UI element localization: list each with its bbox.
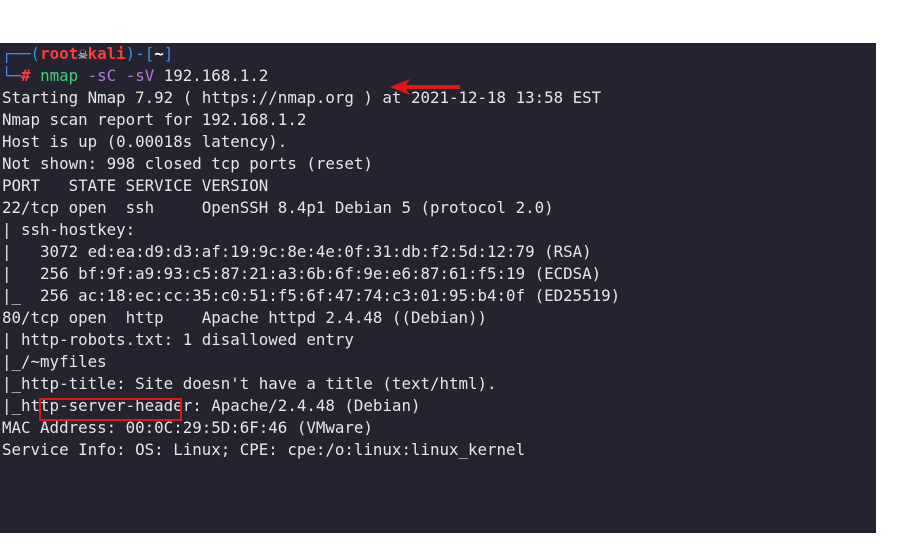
output-line: | http-robots.txt: 1 disallowed entry <box>2 330 354 349</box>
output-line: Not shown: 998 closed tcp ports (reset) <box>2 154 373 173</box>
output-line: Starting Nmap 7.92 ( https://nmap.org ) … <box>2 88 602 107</box>
prompt-close-bracket: ] <box>163 44 174 63</box>
prompt-corner-bottom: └─ <box>2 66 22 85</box>
prompt-hash: # <box>21 66 31 85</box>
output-line: |_http-title: Site doesn't have a title … <box>2 374 497 393</box>
prompt-user: root <box>40 44 79 63</box>
command-name: nmap <box>40 66 79 85</box>
command-flag-sc: -sC <box>87 66 117 85</box>
prompt-line-command: └─# nmap -sC -sV 192.168.1.2 <box>2 65 268 87</box>
terminal-window[interactable]: ┌──(root☠kali)-[~] └─# nmap -sC -sV 192.… <box>0 43 876 533</box>
output-line: 22/tcp open ssh OpenSSH 8.4p1 Debian 5 (… <box>2 198 554 217</box>
prompt-corner-top: ┌── <box>2 44 31 63</box>
prompt-host: kali <box>87 44 126 63</box>
prompt-close-paren: )-[ <box>125 44 155 63</box>
output-line: | 256 bf:9f:a9:93:c5:87:21:a3:6b:6f:9e:e… <box>2 264 602 283</box>
red-arrow-annotation <box>390 79 460 95</box>
skull-icon: ☠ <box>78 44 88 63</box>
output-line-myfiles: |_/~myfiles <box>2 352 107 371</box>
prompt-path: ~ <box>154 44 164 63</box>
output-line: |_ 256 ac:18:ec:cc:35:c0:51:f5:6f:47:74:… <box>2 286 621 305</box>
prompt-line-top: ┌──(root☠kali)-[~] <box>2 43 173 65</box>
command-target: 192.168.1.2 <box>163 66 269 85</box>
output-line: PORT STATE SERVICE VERSION <box>2 176 269 195</box>
output-line: Host is up (0.00018s latency). <box>2 132 288 151</box>
command-flag-sv: -sV <box>125 66 155 85</box>
prompt-open-paren: ( <box>30 44 41 63</box>
output-line: Nmap scan report for 192.168.1.2 <box>2 110 307 129</box>
output-line: | ssh-hostkey: <box>2 220 136 239</box>
output-line: Service Info: OS: Linux; CPE: cpe:/o:lin… <box>2 440 526 459</box>
output-line: | 3072 ed:ea:d9:d3:af:19:9c:8e:4e:0f:31:… <box>2 242 592 261</box>
highlight-box <box>39 398 182 421</box>
output-line: 80/tcp open http Apache httpd 2.4.48 ((D… <box>2 308 488 327</box>
